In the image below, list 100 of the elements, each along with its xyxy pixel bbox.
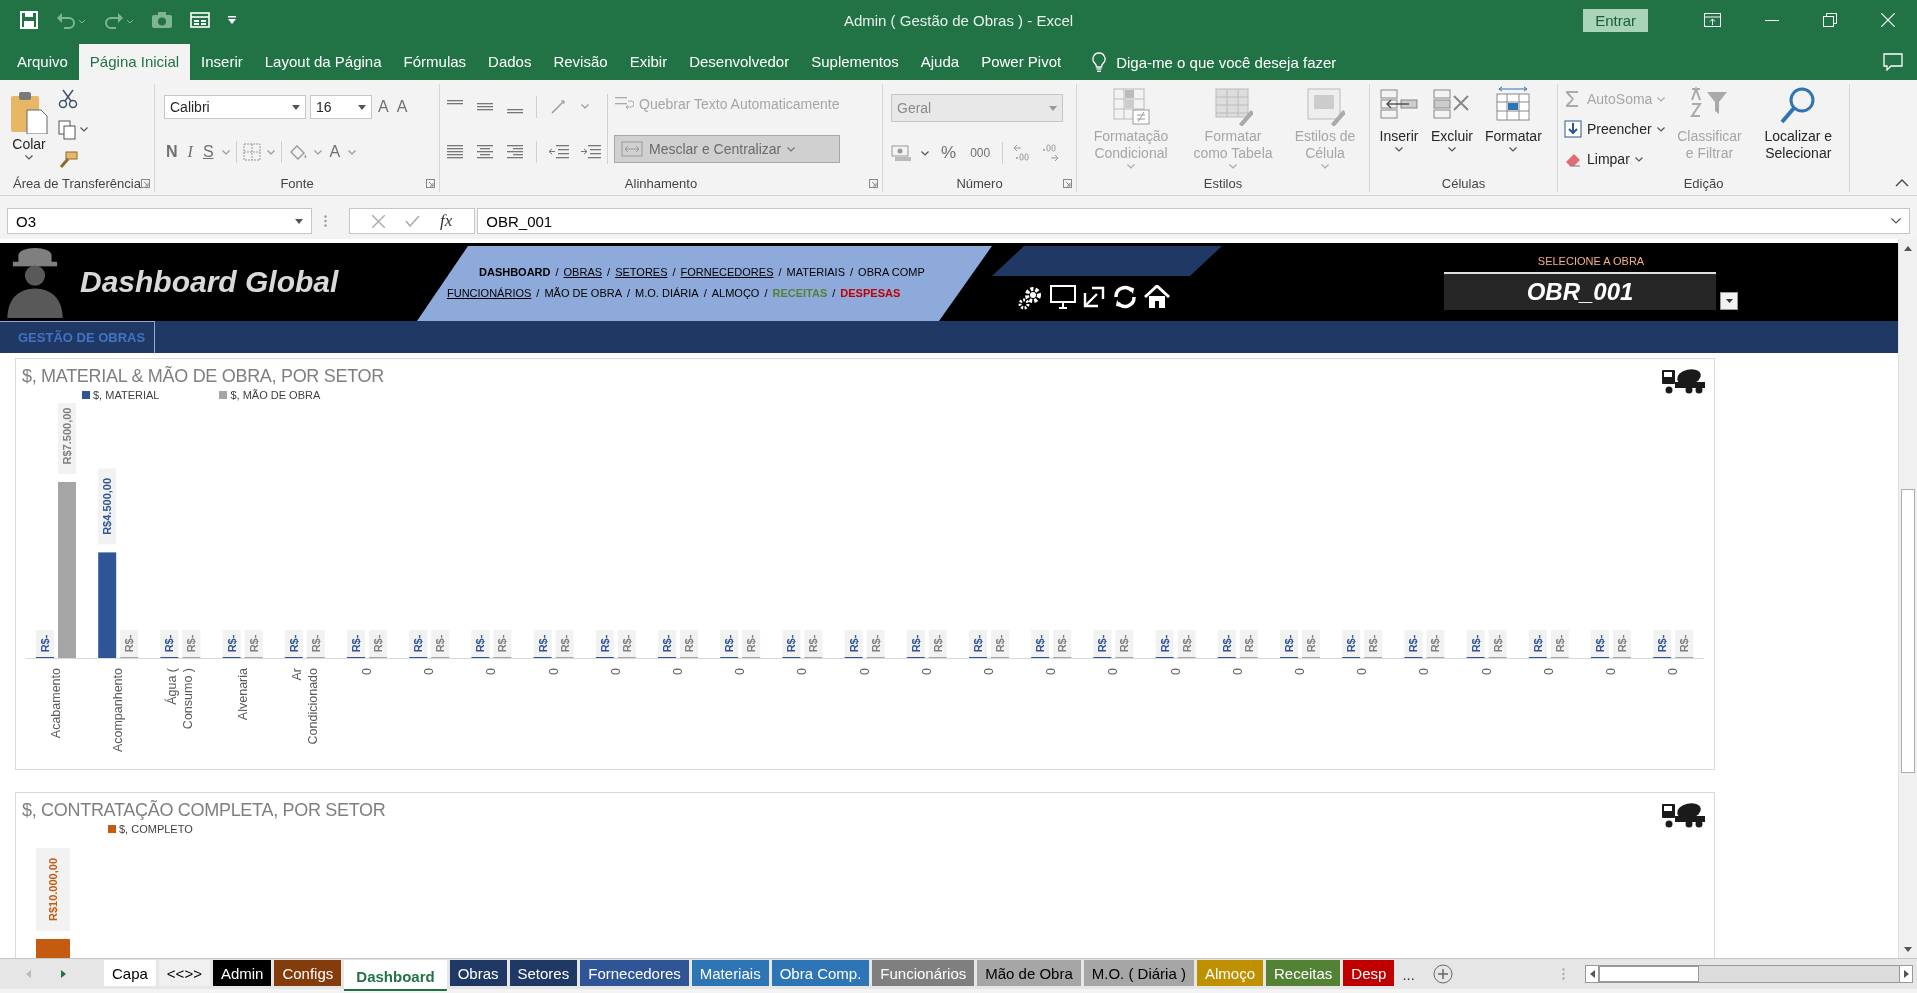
nav-link[interactable]: ALMOÇO bbox=[711, 286, 760, 299]
project-select-field[interactable]: OBR_001 bbox=[1444, 271, 1716, 310]
caret-icon[interactable] bbox=[1891, 218, 1901, 224]
caret-icon[interactable] bbox=[921, 150, 929, 156]
ribbon-tab[interactable]: Dados bbox=[477, 44, 543, 80]
font-name-field[interactable]: Calibri bbox=[164, 95, 306, 119]
scroll-left-button[interactable] bbox=[1585, 965, 1599, 983]
caret-icon[interactable] bbox=[80, 127, 88, 133]
caret-icon[interactable] bbox=[358, 104, 366, 110]
align-center-icon[interactable] bbox=[476, 144, 494, 159]
ribbon-tab[interactable]: Revisão bbox=[542, 44, 619, 80]
dialog-launcher-icon[interactable] bbox=[1063, 178, 1072, 188]
bold-button[interactable]: N bbox=[164, 143, 180, 161]
ribbon-tab[interactable]: Ajuda bbox=[909, 44, 971, 80]
ribbon-tab[interactable]: Inserir bbox=[190, 44, 254, 80]
italic-button[interactable]: I bbox=[185, 143, 195, 161]
grow-font-button[interactable]: A bbox=[376, 98, 391, 116]
percent-button[interactable]: % bbox=[939, 143, 959, 163]
ribbon-tab[interactable]: Página Inicial bbox=[78, 44, 191, 80]
caret-icon[interactable] bbox=[1509, 147, 1518, 152]
sheet-tab[interactable]: Mão de Obra bbox=[977, 960, 1081, 986]
sheet-tab[interactable]: Capa bbox=[104, 960, 156, 986]
comment-icon[interactable] bbox=[1883, 53, 1903, 71]
left-arrow-icon[interactable] bbox=[1589, 970, 1595, 978]
font-size-field[interactable]: 16 bbox=[310, 95, 372, 119]
nav-link[interactable]: FUNCIONÁRIOS bbox=[447, 286, 532, 299]
clear-button[interactable]: Limpar bbox=[1564, 150, 1666, 168]
collapse-ribbon-icon[interactable] bbox=[1895, 179, 1909, 187]
sheet-tab[interactable]: Fornecedores bbox=[580, 960, 689, 986]
caret-icon[interactable] bbox=[1395, 147, 1403, 152]
caret-icon[interactable] bbox=[292, 104, 300, 110]
ribbon-display-icon[interactable] bbox=[1704, 13, 1721, 27]
font-color-button[interactable]: A bbox=[327, 143, 343, 161]
sheet-tab[interactable]: Desp bbox=[1343, 960, 1395, 986]
ribbon-tab[interactable]: Exibir bbox=[618, 44, 679, 80]
cancel-icon[interactable] bbox=[372, 214, 385, 228]
caret-icon[interactable] bbox=[295, 218, 303, 224]
insert-function-button[interactable]: fx bbox=[440, 211, 453, 231]
sheet-tab[interactable]: Setores bbox=[509, 960, 578, 986]
home-icon[interactable] bbox=[1144, 285, 1170, 309]
sheet-tab[interactable]: Obra Comp. bbox=[771, 960, 870, 986]
copy-icon[interactable] bbox=[58, 120, 76, 140]
scroll-right-icon[interactable] bbox=[61, 970, 66, 978]
decrease-indent-icon[interactable] bbox=[549, 144, 569, 159]
dialog-launcher-icon[interactable] bbox=[141, 178, 150, 188]
thousands-separator-button[interactable]: 000 bbox=[968, 146, 993, 160]
caret-icon[interactable] bbox=[1725, 298, 1733, 303]
ribbon-tab[interactable]: Layout da Página bbox=[253, 44, 393, 80]
sign-in-button[interactable]: Entrar bbox=[1583, 8, 1648, 32]
save-icon[interactable] bbox=[20, 11, 38, 29]
scrollbar-thumb[interactable] bbox=[1599, 966, 1699, 982]
sheet-tab[interactable]: Funcionários bbox=[872, 960, 975, 986]
dialog-launcher-icon[interactable] bbox=[869, 178, 878, 188]
insert-button[interactable]: Inserir bbox=[1376, 84, 1422, 174]
customize-icon[interactable] bbox=[228, 16, 236, 24]
sheet-tab[interactable]: Configs bbox=[274, 960, 342, 986]
sheet-tab[interactable]: Obras bbox=[449, 960, 507, 986]
clipboard-icon[interactable] bbox=[9, 90, 49, 134]
tell-me-search-field[interactable]: Diga-me o que você deseja fazer bbox=[1116, 53, 1337, 71]
currency-icon[interactable] bbox=[891, 145, 911, 161]
caret-icon[interactable] bbox=[1634, 156, 1643, 162]
add-sheet-icon[interactable] bbox=[1432, 964, 1453, 984]
caret-icon[interactable] bbox=[1656, 126, 1665, 132]
monitor-icon[interactable] bbox=[1050, 285, 1076, 309]
enter-icon[interactable] bbox=[405, 215, 420, 227]
find-select-button[interactable]: Localizar e Selecionar bbox=[1753, 84, 1843, 174]
caret-icon[interactable] bbox=[25, 155, 33, 160]
more-sheets-button[interactable]: ... bbox=[1394, 959, 1423, 989]
refresh-icon[interactable] bbox=[1112, 284, 1138, 310]
dropdown-button[interactable] bbox=[1720, 291, 1738, 310]
nav-link[interactable]: SETORES bbox=[615, 265, 668, 278]
sheet-tab[interactable]: <<>> bbox=[158, 960, 210, 986]
align-right-icon[interactable] bbox=[506, 144, 524, 159]
increase-indent-icon[interactable] bbox=[581, 144, 601, 159]
ribbon-tab[interactable]: Desenvolvedor bbox=[678, 44, 801, 80]
nav-link[interactable]: DASHBOARD bbox=[479, 265, 551, 278]
form-icon[interactable] bbox=[190, 12, 210, 28]
scrollbar-thumb[interactable] bbox=[1901, 489, 1915, 773]
close-icon[interactable] bbox=[1881, 13, 1895, 27]
ribbon-tab[interactable]: Arquivo bbox=[6, 44, 79, 80]
fill-button[interactable]: Preencher bbox=[1564, 120, 1666, 138]
paste-button[interactable]: Colar bbox=[6, 84, 52, 174]
down-arrow-icon[interactable] bbox=[1904, 946, 1912, 952]
underline-button[interactable]: S bbox=[200, 143, 216, 161]
scroll-right-button[interactable] bbox=[1899, 965, 1913, 983]
nav-link[interactable]: MATERIAIS bbox=[786, 265, 846, 278]
redo-icon[interactable] bbox=[104, 11, 134, 29]
sheet-tab[interactable]: M.O. ( Diária ) bbox=[1083, 960, 1194, 986]
settings-icon[interactable] bbox=[1018, 284, 1044, 310]
nav-link[interactable]: FORNECEDORES bbox=[680, 265, 774, 278]
shrink-font-button[interactable]: A bbox=[394, 98, 410, 116]
restore-icon[interactable] bbox=[1823, 13, 1837, 27]
lightbulb-icon[interactable] bbox=[1092, 52, 1107, 72]
align-left-icon[interactable] bbox=[446, 144, 464, 159]
ribbon-tab[interactable]: Fórmulas bbox=[392, 44, 478, 80]
delete-button[interactable]: Excluir bbox=[1428, 84, 1476, 174]
ribbon-tab[interactable]: Suplementos bbox=[800, 44, 910, 80]
cut-icon[interactable] bbox=[58, 89, 78, 110]
nav-link[interactable]: M.O. DIÁRIA bbox=[635, 286, 699, 299]
formula-field[interactable]: OBR_001 bbox=[477, 208, 1910, 234]
